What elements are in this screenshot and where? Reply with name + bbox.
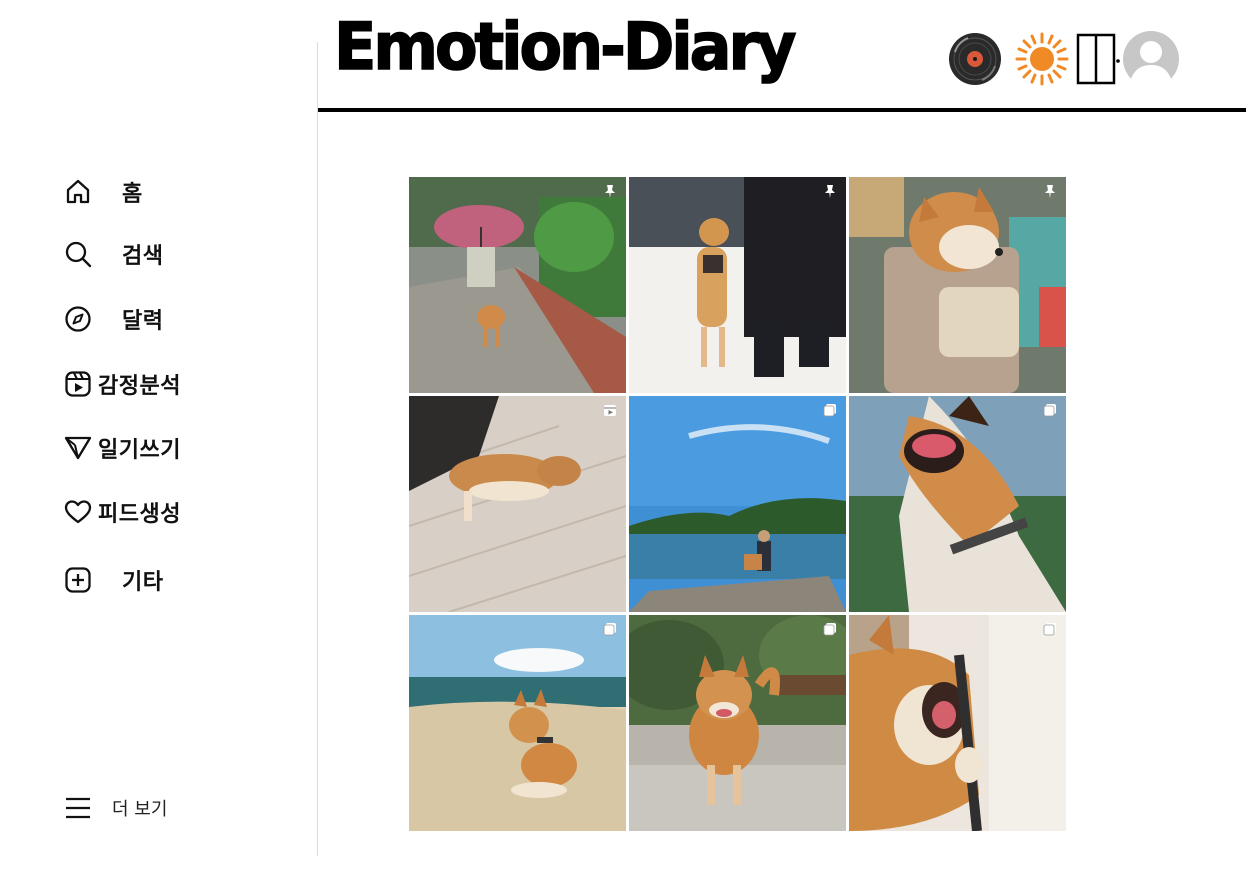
sidebar-item-label: 달력 bbox=[122, 309, 164, 334]
pin-icon bbox=[825, 185, 835, 198]
sidebar-item-label: 일기쓰기 bbox=[98, 438, 181, 463]
sidebar-item-label: 기타 bbox=[122, 570, 164, 595]
home-icon bbox=[64, 178, 92, 206]
post-image bbox=[629, 615, 846, 831]
post-image bbox=[849, 615, 1066, 831]
search-icon bbox=[64, 240, 92, 268]
sidebar-item-emotion-analysis[interactable]: 감정분석 bbox=[64, 368, 181, 400]
sidebar-item-etc[interactable]: 기타 bbox=[64, 564, 163, 596]
post-image bbox=[629, 396, 846, 612]
sidebar-item-search[interactable]: 검색 bbox=[64, 238, 163, 270]
feed-grid bbox=[409, 177, 1066, 831]
sidebar-item-write-diary[interactable]: 일기쓰기 bbox=[64, 432, 181, 464]
more-menu-button[interactable]: 더 보기 bbox=[64, 794, 167, 822]
door-icon[interactable] bbox=[1074, 32, 1122, 86]
feed-post[interactable] bbox=[629, 396, 846, 612]
feed-post[interactable] bbox=[849, 396, 1066, 612]
reels-icon bbox=[64, 370, 92, 398]
carousel-icon bbox=[823, 623, 836, 636]
feed-post[interactable] bbox=[629, 615, 846, 831]
carousel-icon bbox=[603, 623, 616, 636]
hamburger-menu-icon bbox=[64, 794, 92, 822]
reels-badge-icon bbox=[604, 405, 616, 416]
sidebar-item-label: 피드생성 bbox=[98, 502, 181, 527]
send-icon bbox=[64, 434, 92, 462]
feed-post[interactable] bbox=[629, 177, 846, 393]
heart-icon bbox=[64, 498, 92, 526]
post-image bbox=[409, 177, 626, 393]
post-image bbox=[849, 396, 1066, 612]
header: Emotion-Diary bbox=[318, 0, 1260, 115]
more-menu-label: 더 보기 bbox=[112, 799, 168, 820]
header-actions bbox=[948, 30, 1180, 88]
post-image bbox=[849, 177, 1066, 393]
feed-post[interactable] bbox=[849, 615, 1066, 831]
post-image bbox=[409, 615, 626, 831]
carousel-icon bbox=[823, 404, 836, 417]
sun-icon[interactable] bbox=[1014, 31, 1070, 87]
sidebar: 홈 검색 달력 감정분석 일기쓰기 피드생성 기타 더 보기 bbox=[0, 0, 318, 856]
pin-icon bbox=[605, 185, 615, 198]
feed-post[interactable] bbox=[849, 177, 1066, 393]
sidebar-item-home[interactable]: 홈 bbox=[64, 176, 143, 208]
sidebar-item-create-feed[interactable]: 피드생성 bbox=[64, 496, 181, 528]
sidebar-divider bbox=[317, 42, 318, 856]
sidebar-item-label: 감정분석 bbox=[98, 374, 181, 399]
vinyl-record-icon[interactable] bbox=[948, 32, 1002, 86]
pin-icon bbox=[1045, 185, 1055, 198]
feed-post[interactable] bbox=[409, 396, 626, 612]
sidebar-item-calendar[interactable]: 달력 bbox=[64, 303, 163, 335]
carousel-icon bbox=[1043, 623, 1056, 636]
profile-avatar-icon[interactable] bbox=[1122, 30, 1180, 88]
compass-icon bbox=[64, 305, 92, 333]
feed-post[interactable] bbox=[409, 177, 626, 393]
post-image bbox=[629, 177, 846, 393]
sidebar-item-label: 홈 bbox=[122, 182, 143, 207]
app-root: 홈 검색 달력 감정분석 일기쓰기 피드생성 기타 더 보기 Emotion-D… bbox=[0, 0, 1260, 891]
plus-square-icon bbox=[64, 566, 92, 594]
feed-post[interactable] bbox=[409, 615, 626, 831]
sidebar-item-label: 검색 bbox=[122, 244, 164, 269]
app-title[interactable]: Emotion-Diary bbox=[333, 7, 797, 85]
carousel-icon bbox=[1043, 404, 1056, 417]
header-divider bbox=[318, 108, 1246, 112]
post-image bbox=[409, 396, 626, 612]
